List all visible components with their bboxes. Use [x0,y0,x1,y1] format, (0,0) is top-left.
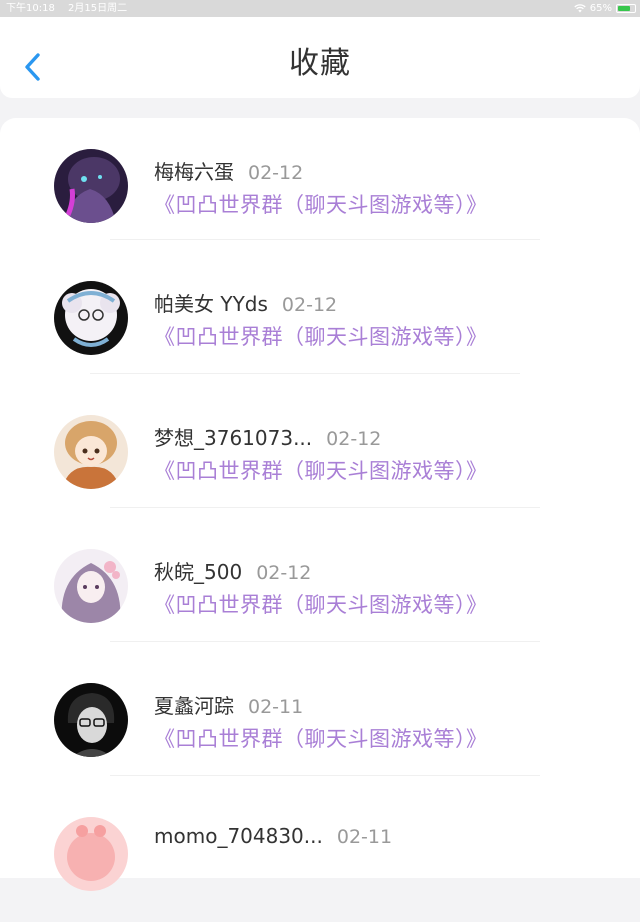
status-right: 65% [574,0,636,17]
row-name-line: 梅梅六蛋 02-12 [154,156,303,185]
favorite-date: 02-11 [248,696,304,718]
battery-icon [616,4,636,13]
status-left: 下午10:18 2月15日周二 [6,0,137,17]
wifi-icon [574,4,586,13]
favorite-row[interactable]: 秋皖_500 02-12 《凹凸世界群（聊天斗图游戏等）》 [0,520,640,654]
group-link[interactable]: 《凹凸世界群（聊天斗图游戏等）》 [154,723,488,753]
group-link[interactable]: 《凹凸世界群（聊天斗图游戏等）》 [154,589,488,619]
divider [110,641,540,642]
avatar [54,281,128,355]
favorites-list: 梅梅六蛋 02-12 《凹凸世界群（聊天斗图游戏等）》 帕美女 YYds 02-12… [0,118,640,891]
row-name-line: 夏蠡河踪 02-11 [154,690,303,719]
divider [110,239,540,240]
favorite-row[interactable]: 梅梅六蛋 02-12 《凹凸世界群（聊天斗图游戏等）》 [0,118,640,252]
avatar [54,683,128,757]
favorite-date: 02-11 [336,826,393,848]
group-link[interactable]: 《凹凸世界群（聊天斗图游戏等）》 [154,321,488,351]
row-name-line: 帕美女 YYds 02-12 [154,288,337,317]
row-name-line: 秋皖_500 02-12 [154,556,311,585]
sender-name: 梦想_3761073... [154,426,313,450]
sender-name: 夏蠡河踪 [154,694,234,718]
favorite-row[interactable]: 帕美女 YYds 02-12 《凹凸世界群（聊天斗图游戏等）》 [0,252,640,386]
sender-name: momo_704830... [154,824,323,848]
nav-bar: 收藏 [0,17,640,98]
avatar [54,415,128,489]
sender-name: 帕美女 YYds [154,292,268,316]
group-link[interactable]: 《凹凸世界群（聊天斗图游戏等）》 [154,189,488,219]
status-date: 2月15日周二 [68,3,128,14]
favorite-date: 02-12 [326,428,382,450]
battery-percent: 65% [589,3,612,14]
divider [110,775,540,776]
favorite-date: 02-12 [256,562,312,584]
page-title: 收藏 [289,46,351,81]
sender-name: 梅梅六蛋 [154,160,234,184]
sender-name: 秋皖_500 [154,560,243,584]
favorite-date: 02-12 [248,162,304,184]
status-bar: 下午10:18 2月15日周二 65% [0,0,640,17]
group-link[interactable]: 《凹凸世界群（聊天斗图游戏等）》 [154,455,488,485]
row-name-line: 梦想_3761073... 02-12 [154,422,381,451]
favorite-row[interactable]: 夏蠡河踪 02-11 《凹凸世界群（聊天斗图游戏等）》 [0,654,640,788]
status-time: 下午10:18 [6,3,55,14]
avatar [54,817,128,891]
avatar [54,149,128,223]
divider [90,373,520,374]
divider [110,507,540,508]
favorite-row[interactable]: momo_704830... 02-11 [0,788,640,922]
avatar [54,549,128,623]
favorite-row[interactable]: 梦想_3761073... 02-12 《凹凸世界群（聊天斗图游戏等）》 [0,386,640,520]
favorite-date: 02-12 [281,294,338,316]
row-name-line: momo_704830... 02-11 [154,824,392,848]
